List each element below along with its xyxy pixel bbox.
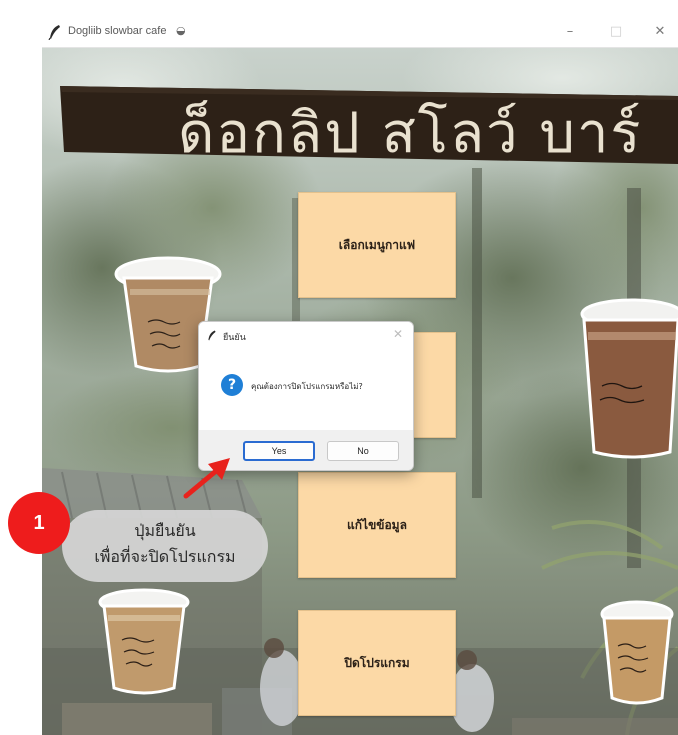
yes-button[interactable]: Yes — [243, 441, 315, 461]
feather-icon — [208, 330, 216, 341]
dialog-titlebar[interactable]: ยืนยัน ✕ — [199, 322, 413, 350]
status-icon: ◒ — [176, 24, 186, 37]
confirm-dialog: ยืนยัน ✕ ? คุณต้องการปิดโปรแกรมหรือไม่? … — [198, 321, 414, 471]
close-program-button[interactable]: ปิดโปรแกรม — [298, 610, 456, 716]
question-icon: ? — [221, 374, 243, 396]
dialog-title: ยืนยัน — [223, 333, 246, 343]
window-title: Dogliib slowbar cafe — [68, 25, 167, 37]
iced-milk-coffee-cup-image — [600, 598, 674, 708]
annotation-bubble: ปุ่มยืนยัน เพื่อที่จะปิดโปรแกรม — [62, 510, 268, 582]
banner-title: ด็อกลิป สโลว์ บาร์ — [178, 101, 643, 166]
choose-coffee-menu-button[interactable]: เลือกเมนูกาแฟ — [298, 192, 456, 298]
cafe-banner-sign: ด็อกลิป สโลว์ บาร์ — [60, 82, 678, 166]
no-button[interactable]: No — [327, 441, 399, 461]
annotation-text: ปุ่มยืนยัน เพื่อที่จะปิดโปรแกรม — [62, 518, 268, 570]
feather-icon — [48, 25, 60, 40]
maximize-button[interactable]: □ — [602, 20, 630, 44]
dialog-close-button[interactable]: ✕ — [393, 327, 403, 341]
close-window-button[interactable]: ✕ — [646, 20, 674, 44]
annotation-line-1: ปุ่มยืนยัน — [134, 521, 196, 540]
minimize-button[interactable]: – — [556, 20, 584, 44]
annotation-line-2: เพื่อที่จะปิดโปรแกรม — [94, 547, 236, 566]
iced-latte-cup-image — [98, 586, 190, 698]
step-number-badge: 1 — [8, 492, 70, 554]
pointer-arrow-icon — [183, 458, 230, 499]
screenshot-stage: Dogliib slowbar cafe ◒ – □ ✕ ด็อกลิป สโล… — [0, 0, 678, 735]
window-titlebar[interactable]: Dogliib slowbar cafe ◒ – □ ✕ — [42, 16, 678, 48]
iced-chocolate-cup-image — [580, 296, 678, 462]
dialog-message: คุณต้องการปิดโปรแกรมหรือไม่? — [251, 382, 363, 391]
edit-data-button[interactable]: แก้ไขข้อมูล — [298, 472, 456, 578]
dialog-body: ? คุณต้องการปิดโปรแกรมหรือไม่? — [199, 350, 413, 430]
